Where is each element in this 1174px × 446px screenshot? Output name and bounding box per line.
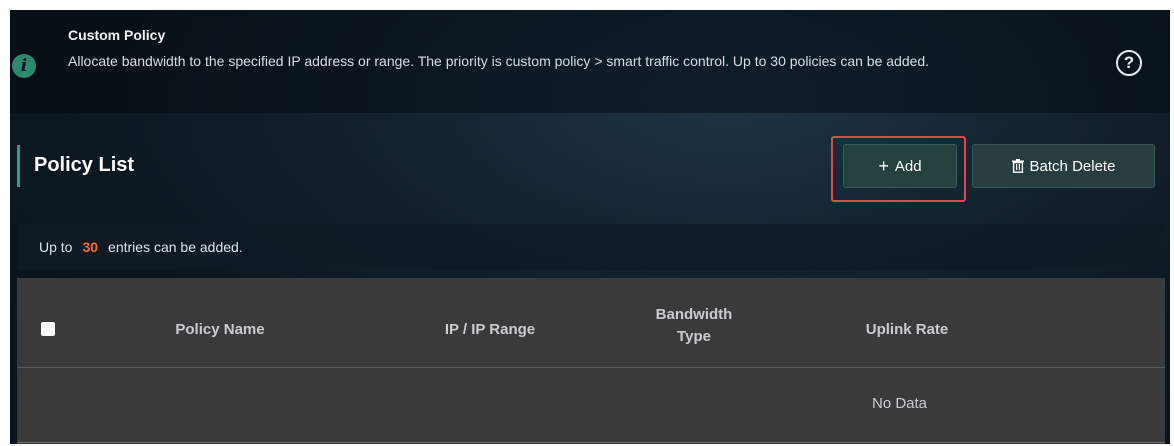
info-title: Custom Policy [68,27,166,43]
entries-notice: Up to 30 entries can be added. [17,224,1165,270]
select-all-checkbox[interactable] [41,322,55,336]
plus-icon: + [878,156,889,176]
table-header: Policy Name IP / IP Range Bandwidth Type… [17,278,1165,368]
notice-prefix: Up to [39,239,73,255]
column-header-bandwidth-type: Bandwidth Type [655,306,733,345]
column-header-ip-range: IP / IP Range [444,321,536,338]
column-header-policy-name: Policy Name [175,321,265,338]
policy-table: Policy Name IP / IP Range Bandwidth Type… [17,278,1165,444]
info-icon: i [12,54,36,78]
no-data-text: No Data [872,395,928,412]
notice-count: 30 [82,239,99,255]
add-button[interactable]: + Add [843,144,957,188]
info-description: Allocate bandwidth to the specified IP a… [68,53,930,69]
empty-row: No Data [17,369,1165,443]
help-icon[interactable]: ? [1116,50,1142,76]
trash-icon [1011,159,1024,173]
info-banner: i Custom Policy Allocate bandwidth to th… [10,10,1170,113]
column-header-uplink-rate: Uplink Rate [865,321,949,338]
custom-policy-page: i Custom Policy Allocate bandwidth to th… [10,10,1170,444]
batch-delete-label: Batch Delete [1029,157,1116,175]
add-button-label: Add [894,157,922,175]
batch-delete-button[interactable]: Batch Delete [972,144,1155,188]
notice-suffix: entries can be added. [108,239,243,255]
section-title: Policy List [34,154,135,176]
section-accent-bar [17,145,20,187]
